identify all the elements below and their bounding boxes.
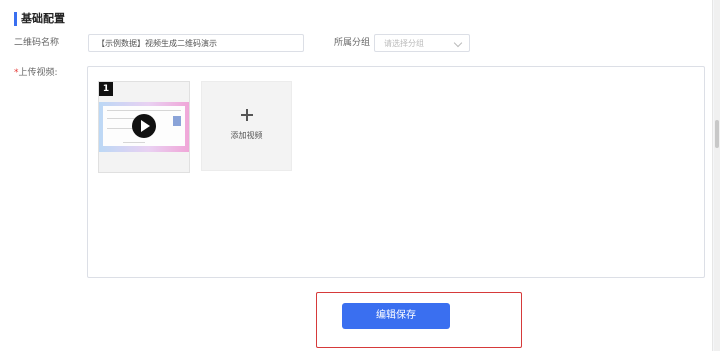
upload-label: *上传视频: <box>14 66 58 80</box>
plus-icon <box>241 109 253 121</box>
group-select-placeholder: 请选择分组 <box>384 39 424 48</box>
qr-name-input[interactable]: 【示例数据】视频生成二维码演示 <box>88 34 304 52</box>
scrollbar-thumb[interactable] <box>715 120 719 148</box>
group-label: 所属分组 <box>334 38 371 48</box>
video-thumbnail <box>99 102 189 152</box>
qr-name-label: 二维码名称 <box>14 38 60 48</box>
config-panel: 基础配置 二维码名称 【示例数据】视频生成二维码演示 所属分组 请选择分组 *上… <box>0 0 713 351</box>
save-button[interactable]: 编辑保存 <box>342 303 450 329</box>
add-video-label: 添加视频 <box>230 131 263 140</box>
video-index-badge: 1 <box>99 82 113 96</box>
video-upload-area: 1 添加视频 <box>87 66 705 278</box>
section-title: 基础配置 <box>14 12 65 26</box>
play-icon[interactable] <box>132 114 156 138</box>
group-select[interactable]: 请选择分组 <box>374 34 470 52</box>
upload-label-text: 上传视频: <box>18 68 58 78</box>
thumbnail-widget <box>173 116 181 126</box>
thumbnail-line <box>107 110 181 111</box>
chevron-down-icon <box>453 38 463 48</box>
thumbnail-line <box>123 142 145 143</box>
scrollbar[interactable] <box>714 0 720 351</box>
video-card[interactable]: 1 <box>98 81 190 173</box>
add-video-button[interactable]: 添加视频 <box>201 81 292 171</box>
